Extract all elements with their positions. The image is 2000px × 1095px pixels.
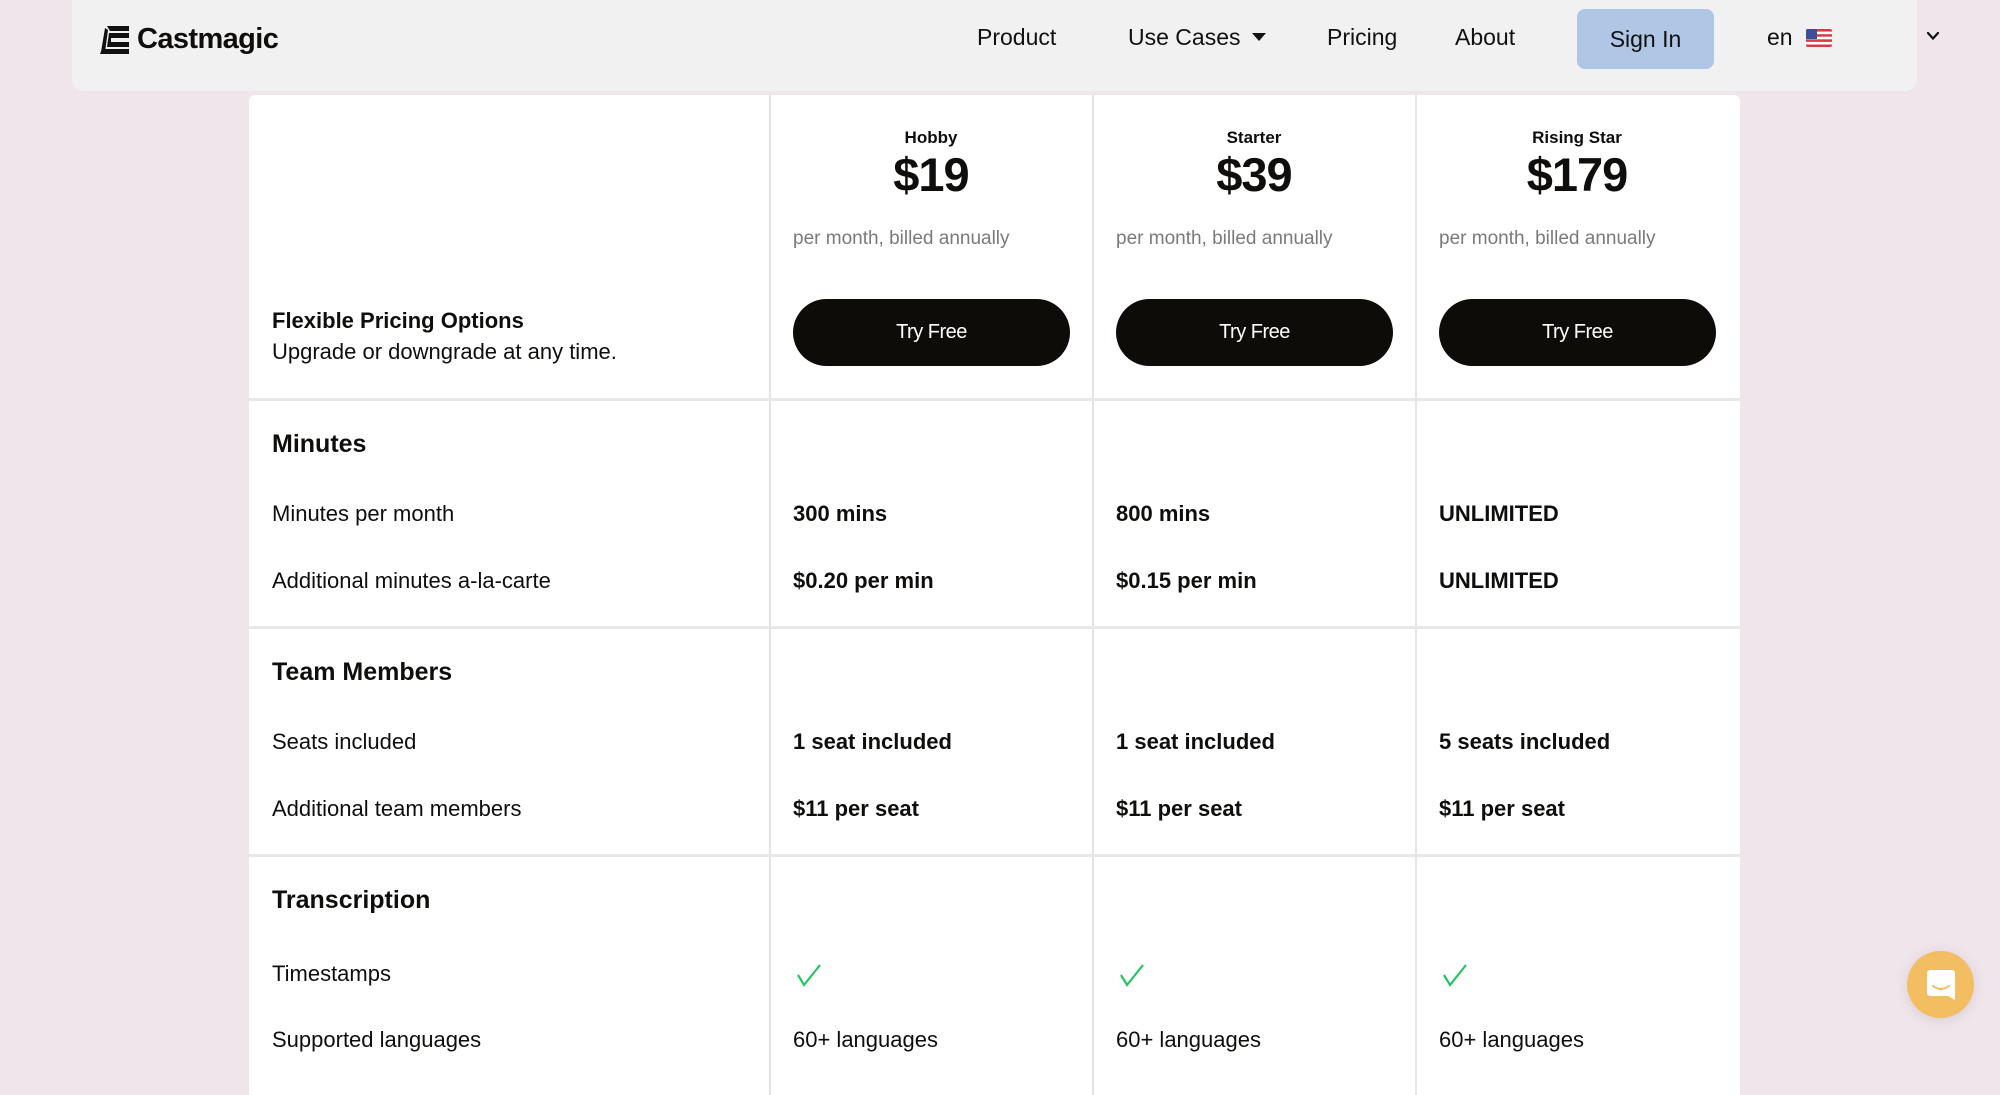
cell-value: 5 seats included [1439,729,1611,754]
us-flag-icon [1806,29,1832,47]
row-label: Supported languages [272,1027,482,1052]
plan-name: Rising Star [1532,128,1622,147]
cell-value: $11 per seat [793,796,919,821]
caret-down-icon [1252,33,1267,41]
plan-price: $179 [1526,148,1629,201]
row-label: Timestamps [272,961,391,986]
nav-product[interactable]: Product [977,24,1056,51]
try-free-button-starter[interactable]: Try Free [1116,299,1393,366]
plan-price: $39 [1216,148,1292,201]
cell-value: 800 mins [1116,501,1211,526]
nav-use-cases-label: Use Cases [1128,24,1241,50]
row-label: Seats included [272,729,417,754]
cell-value: UNLIMITED [1439,501,1559,526]
cell-value: 300 mins [793,501,888,526]
brand-logo[interactable]: Castmagic [99,22,279,56]
cell-value: 1 seat included [1116,729,1275,754]
intro-title: Flexible Pricing Options [272,308,524,333]
cell-value: $0.15 per min [1116,568,1257,593]
cell-value: $11 per seat [1116,796,1242,821]
brand-name: Castmagic [137,22,279,55]
column-divider [769,95,771,1095]
try-free-button-hobby[interactable]: Try Free [793,299,1070,366]
cell-value: $0.20 per min [793,568,934,593]
cell-value: $11 per seat [1439,796,1565,821]
plan-name: Hobby [904,128,958,147]
sign-in-button[interactable]: Sign In [1577,9,1714,69]
column-divider [1415,95,1417,1095]
column-divider [1092,95,1094,1095]
cell-value: UNLIMITED [1439,568,1559,593]
chat-widget-button[interactable] [1907,951,1974,1018]
plan-name: Starter [1226,128,1282,147]
language-selector[interactable]: en [1767,24,1793,51]
intro-subtitle: Upgrade or downgrade at any time. [272,339,617,364]
plan-billing: per month, billed annually [1116,228,1333,249]
plan-billing: per month, billed annually [1439,228,1656,249]
cell-value: 1 seat included [793,729,952,754]
check-icon [1443,964,1467,987]
section-title-transcription: Transcription [272,886,431,914]
row-divider [249,626,1740,629]
check-icon [1120,964,1144,987]
pricing-comparison-table: Flexible Pricing Options Upgrade or down… [249,95,1740,1095]
nav-pricing[interactable]: Pricing [1327,24,1397,51]
navbar: Castmagic Product Use Cases Pricing Abou… [72,0,1940,91]
cell-value: 60+ languages [1116,1027,1261,1052]
plan-price: $19 [893,148,969,201]
section-title-minutes: Minutes [272,430,367,458]
cell-value: 60+ languages [1439,1027,1584,1052]
cell-value: 60+ languages [793,1027,938,1052]
check-icon [797,964,821,987]
castmagic-logo-icon [100,26,129,54]
row-label: Additional minutes a-la-carte [272,568,551,593]
row-divider [249,398,1740,401]
row-label: Minutes per month [272,501,455,526]
row-divider [249,854,1740,857]
chevron-down-icon[interactable] [1926,29,1940,43]
section-title-team-members: Team Members [272,658,453,686]
try-free-button-rising-star[interactable]: Try Free [1439,299,1716,366]
plan-billing: per month, billed annually [793,228,1010,249]
nav-about[interactable]: About [1455,24,1515,51]
row-label: Additional team members [272,796,522,821]
chat-bubble-icon [1926,969,1955,1000]
nav-use-cases[interactable]: Use Cases [1128,24,1267,51]
